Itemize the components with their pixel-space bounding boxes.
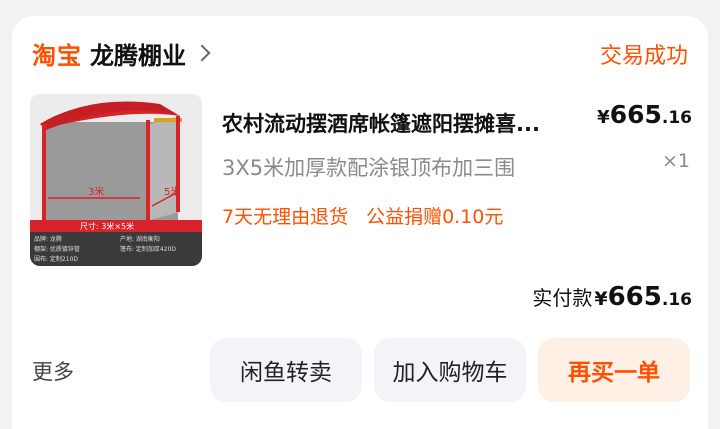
order-status: 交易成功 <box>599 44 688 69</box>
spec-text: 产地: 湖南衡阳 <box>120 235 160 243</box>
add-to-cart-button[interactable]: 加入购物车 <box>374 338 526 402</box>
shop-name[interactable]: 龙腾棚业 <box>90 36 186 71</box>
spec-text: 围布: 定制210D <box>34 255 78 263</box>
price-decimal: .16 <box>661 108 692 128</box>
spec-text: 品牌: 龙腾 <box>34 235 62 243</box>
paid-integer: 665 <box>607 282 662 312</box>
paid-decimal: .16 <box>661 290 692 310</box>
product-title[interactable]: 农村流动摆酒席帐篷遮阳摆摊喜... <box>222 108 602 138</box>
shop-header[interactable]: 淘宝 龙腾棚业 <box>32 34 211 72</box>
more-button[interactable]: 更多 <box>32 356 74 386</box>
product-image[interactable]: 3米 5米 尺寸: 3米×5米 品牌: 龙腾 产地: 湖南衡阳 棚架: 优质镀锌… <box>30 94 202 266</box>
return-policy-tag: 7天无理由退货 <box>222 206 349 228</box>
buy-again-button[interactable]: 再买一单 <box>538 338 690 402</box>
paid-amount: 实付款 ¥665.16 <box>532 282 692 312</box>
paid-label: 实付款 <box>532 286 593 310</box>
taobao-logo: 淘宝 <box>32 41 82 70</box>
chevron-right-icon[interactable] <box>193 44 211 62</box>
tent-depth-label: 5米 <box>164 185 180 198</box>
product-price: ¥665.16 <box>597 100 692 129</box>
tent-width-label: 3米 <box>88 185 104 198</box>
paid-currency: ¥ <box>594 288 608 310</box>
spec-banner: 尺寸: 3米×5米 <box>80 221 134 231</box>
service-tags: 7天无理由退货 公益捐赠0.10元 <box>222 202 503 229</box>
spec-text: 篷布: 定制加厚420D <box>120 245 176 253</box>
product-sku: 3X5米加厚款配涂银顶布加三围 <box>222 156 516 180</box>
price-integer: 665 <box>609 100 662 129</box>
resell-button[interactable]: 闲鱼转卖 <box>210 338 362 402</box>
product-quantity: ×1 <box>661 150 690 172</box>
spec-text: 棚架: 优质镀锌管 <box>34 245 80 253</box>
tent-image: 3米 5米 尺寸: 3米×5米 品牌: 龙腾 产地: 湖南衡阳 棚架: 优质镀锌… <box>30 94 202 266</box>
charity-tag: 公益捐赠0.10元 <box>366 206 504 228</box>
price-currency: ¥ <box>597 107 610 128</box>
order-card: 淘宝 龙腾棚业 交易成功 3米 5米 尺寸: 3米×5米 品牌: 龙腾 产地: … <box>12 16 708 429</box>
